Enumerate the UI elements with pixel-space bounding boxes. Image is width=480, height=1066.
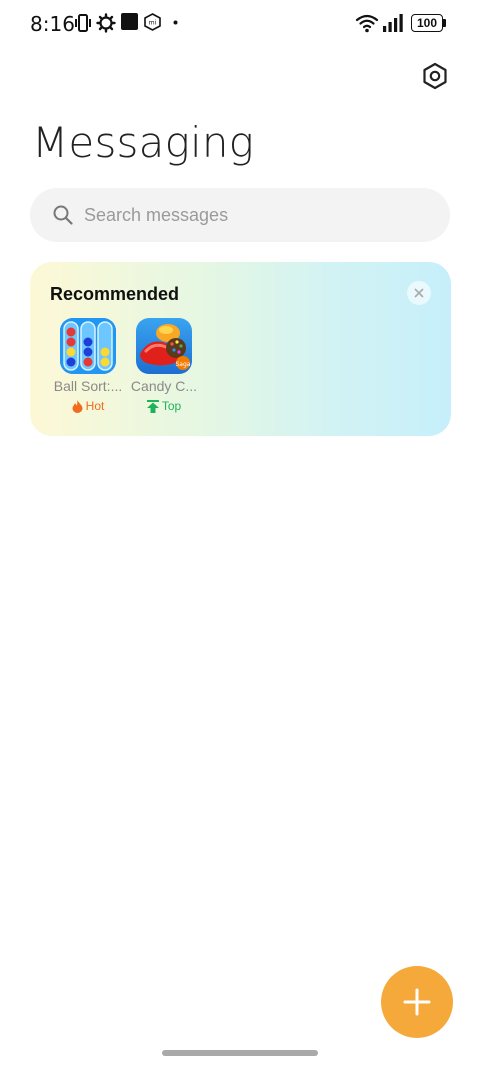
home-indicator[interactable]: [162, 1050, 318, 1056]
ball-sort-app-icon: [60, 318, 116, 374]
hexagon-settings-icon: [423, 62, 447, 90]
app-badge: Hot: [50, 399, 126, 413]
search-icon: [53, 205, 73, 225]
up-arrow-icon: [146, 399, 159, 413]
battery-icon: 100: [411, 14, 443, 32]
square-app-icon: [121, 13, 138, 30]
candy-crush-app-icon: Saga: [136, 318, 192, 374]
status-bar: 8:16 mi 100: [0, 0, 480, 48]
recommended-card: Recommended Ball Sort:... Hot Saga Candy…: [30, 262, 451, 436]
search-input[interactable]: [84, 204, 414, 226]
vibrate-icon: [75, 14, 91, 32]
app-badge: Top: [126, 399, 202, 413]
wifi-icon: [355, 14, 379, 33]
app-name: Candy C...: [130, 378, 198, 394]
recommended-app-ball-sort[interactable]: Ball Sort:... Hot: [50, 318, 126, 413]
dot-icon: [173, 20, 178, 25]
badge-label: Hot: [85, 399, 105, 413]
settings-button[interactable]: [418, 59, 452, 93]
signal-icon: [383, 14, 403, 32]
recommended-title: Recommended: [50, 284, 180, 304]
settings-gear-icon: [96, 13, 116, 33]
svg-text:Saga: Saga: [176, 361, 191, 368]
flame-icon: [72, 399, 83, 413]
svg-text:mi: mi: [149, 20, 157, 27]
search-bar[interactable]: [30, 188, 450, 242]
status-time: 8:16: [30, 12, 75, 36]
new-message-button[interactable]: [381, 966, 453, 1038]
badge-label: Top: [161, 399, 182, 413]
close-icon: [414, 288, 424, 298]
page-title: Messaging: [32, 118, 255, 167]
plus-icon: [403, 988, 431, 1016]
app-name: Ball Sort:...: [53, 378, 123, 394]
close-recommended-button[interactable]: [407, 281, 431, 305]
battery-tip: [443, 19, 446, 27]
mi-icon: mi: [144, 13, 161, 31]
recommended-app-candy-crush[interactable]: Saga Candy C... Top: [126, 318, 202, 413]
battery-level: 100: [416, 16, 438, 30]
